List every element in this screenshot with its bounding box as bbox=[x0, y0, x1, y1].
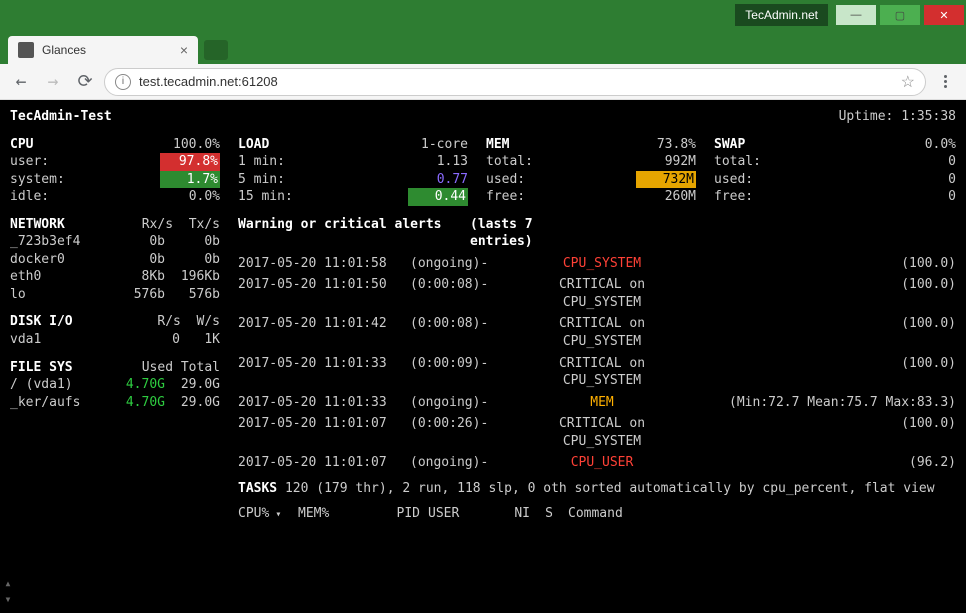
col-ni[interactable]: NI bbox=[498, 505, 538, 523]
col-command[interactable]: Command bbox=[568, 505, 631, 523]
swap-pct: 0.0% bbox=[925, 136, 956, 154]
favicon-icon bbox=[18, 42, 34, 58]
alert-row: 2017-05-20 11:01:07(ongoing)-CPU_USER(96… bbox=[238, 454, 956, 472]
stat-row: system:1.7% bbox=[10, 171, 220, 189]
mem-pct: 73.8% bbox=[657, 136, 696, 154]
alerts-title: Warning or critical alerts bbox=[238, 216, 458, 251]
browser-toolbar: ← → ⟳ i test.tecadmin.net:61208 ☆ bbox=[0, 64, 966, 100]
stat-row: user:97.8% bbox=[10, 153, 220, 171]
network-header: NETWORKRx/s Tx/s bbox=[10, 216, 220, 234]
browser-menu-button[interactable] bbox=[932, 75, 958, 88]
load-title: LOAD bbox=[238, 136, 269, 154]
cpu-title: CPU bbox=[10, 136, 33, 154]
alerts-count: (lasts 7 entries) bbox=[470, 216, 565, 251]
alert-row: 2017-05-20 11:01:33(ongoing)-MEM(Min:72.… bbox=[238, 394, 956, 412]
table-row: lo576b576b bbox=[10, 286, 220, 304]
alerts-panel: Warning or critical alerts (lasts 7 entr… bbox=[238, 216, 956, 523]
hostname: TecAdmin-Test bbox=[10, 108, 112, 126]
alert-row: 2017-05-20 11:01:50(0:00:08)-CRITICAL on… bbox=[238, 276, 956, 311]
swap-title: SWAP bbox=[714, 136, 745, 154]
col-s[interactable]: S bbox=[538, 505, 568, 523]
site-info-icon[interactable]: i bbox=[115, 74, 131, 90]
mem-panel: MEM 73.8% total:992Mused:732Mfree:260M bbox=[486, 136, 696, 206]
mem-title: MEM bbox=[486, 136, 509, 154]
load-panel: LOAD 1-core 1 min:1.135 min:0.7715 min:0.… bbox=[238, 136, 468, 206]
cpu-panel: CPU 100.0% user:97.8%system:1.7%idle:0.0% bbox=[10, 136, 220, 206]
table-row: _ker/aufs4.70G29.0G bbox=[10, 394, 220, 412]
table-row: _723b3ef40b0b bbox=[10, 233, 220, 251]
stat-row: idle:0.0% bbox=[10, 188, 220, 206]
stat-row: 5 min:0.77 bbox=[238, 171, 468, 189]
window-brand: TecAdmin.net bbox=[735, 4, 828, 26]
stat-row: used:732M bbox=[486, 171, 696, 189]
stat-row: total:0 bbox=[714, 153, 956, 171]
stat-row: 15 min:0.44 bbox=[238, 188, 468, 206]
swap-panel: SWAP 0.0% total:0used:0free:0 bbox=[714, 136, 956, 206]
col-user[interactable]: USER bbox=[428, 505, 498, 523]
forward-button[interactable]: → bbox=[40, 69, 66, 95]
tab-close-icon[interactable]: × bbox=[180, 42, 188, 58]
col-mem[interactable]: MEM% bbox=[298, 505, 358, 523]
alert-row: 2017-05-20 11:01:07(0:00:26)-CRITICAL on… bbox=[238, 415, 956, 450]
stat-row: 1 min:1.13 bbox=[238, 153, 468, 171]
table-row: vda101K bbox=[10, 331, 220, 349]
process-header: CPU% MEM% PID USER NI S Command bbox=[238, 505, 956, 523]
address-bar[interactable]: i test.tecadmin.net:61208 ☆ bbox=[104, 68, 926, 96]
stat-row: free:0 bbox=[714, 188, 956, 206]
stat-row: free:260M bbox=[486, 188, 696, 206]
reload-button[interactable]: ⟳ bbox=[72, 69, 98, 95]
maximize-button[interactable]: ▢ bbox=[880, 5, 920, 25]
table-row: docker00b0b bbox=[10, 251, 220, 269]
alert-row: 2017-05-20 11:01:58(ongoing)-CPU_SYSTEM(… bbox=[238, 255, 956, 273]
back-button[interactable]: ← bbox=[8, 69, 34, 95]
table-row: eth08Kb196Kb bbox=[10, 268, 220, 286]
alert-row: 2017-05-20 11:01:33(0:00:09)-CRITICAL on… bbox=[238, 355, 956, 390]
tab-strip: Glances × bbox=[0, 30, 966, 64]
bookmark-star-icon[interactable]: ☆ bbox=[901, 72, 915, 92]
diskio-header: DISK I/OR/s W/s bbox=[10, 313, 220, 331]
url-text: test.tecadmin.net:61208 bbox=[139, 74, 278, 89]
stat-row: total:992M bbox=[486, 153, 696, 171]
load-core: 1-core bbox=[421, 136, 468, 154]
table-row: / (vda1)4.70G29.0G bbox=[10, 376, 220, 394]
stat-row: used:0 bbox=[714, 171, 956, 189]
minimize-button[interactable]: — bbox=[836, 5, 876, 25]
browser-tab[interactable]: Glances × bbox=[8, 36, 198, 64]
uptime: Uptime: 1:35:38 bbox=[839, 108, 956, 126]
tab-title: Glances bbox=[42, 43, 86, 57]
fs-header: FILE SYSUsed Total bbox=[10, 359, 220, 377]
terminal-content: ▴▾ TecAdmin-Test Uptime: 1:35:38 CPU 100.… bbox=[0, 100, 966, 613]
titlebar: TecAdmin.net — ▢ ✕ bbox=[0, 0, 966, 30]
alert-row: 2017-05-20 11:01:42(0:00:08)-CRITICAL on… bbox=[238, 315, 956, 350]
new-tab-button[interactable] bbox=[204, 40, 228, 60]
col-cpu[interactable]: CPU% bbox=[238, 505, 298, 523]
tasks-line: TASKS 120 (179 thr), 2 run, 118 slp, 0 o… bbox=[238, 480, 956, 498]
cpu-total: 100.0% bbox=[173, 136, 220, 154]
close-button[interactable]: ✕ bbox=[924, 5, 964, 25]
col-pid[interactable]: PID bbox=[358, 505, 428, 523]
scroll-indicator[interactable]: ▴▾ bbox=[0, 575, 16, 607]
